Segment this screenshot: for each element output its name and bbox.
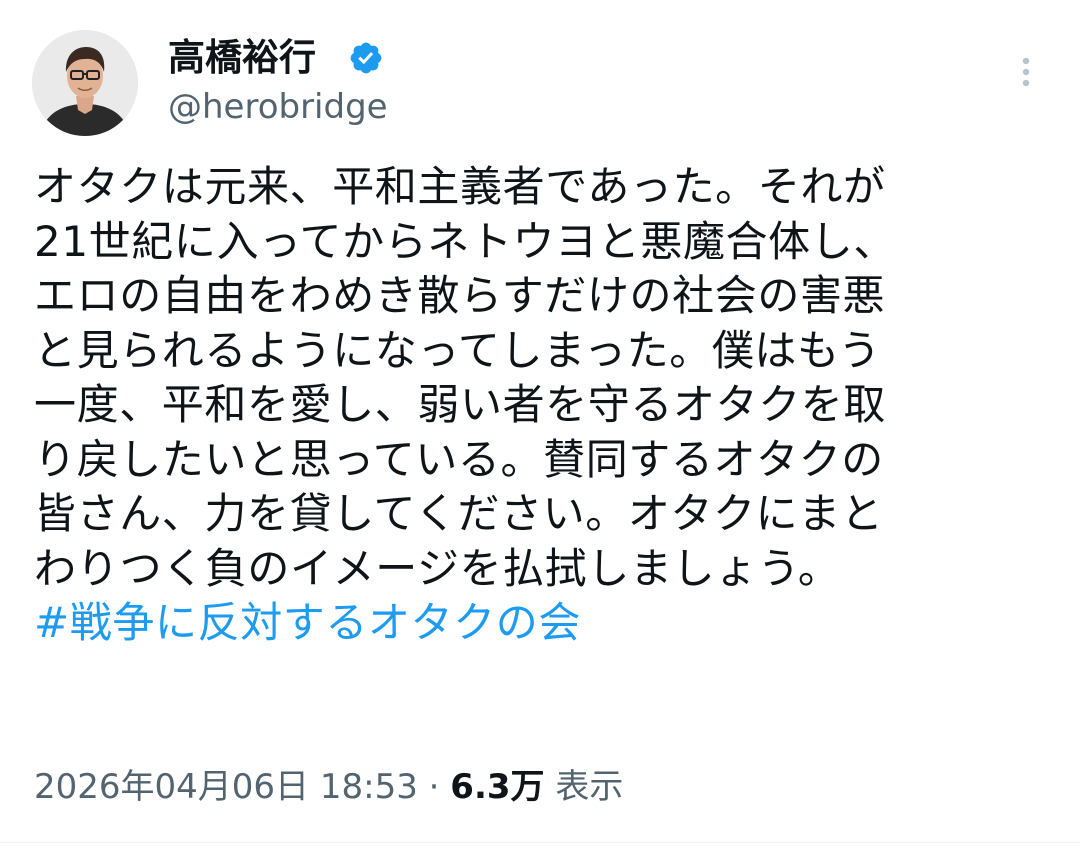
handle[interactable]: @herobridge [168, 86, 388, 128]
timestamp-link[interactable]: 2026年04月06日 18:53 [34, 767, 418, 807]
verified-badge-icon [350, 42, 382, 74]
tweet-text-line: 21世紀に入ってからネトウヨと悪魔合体し、 [34, 216, 896, 266]
tweet-text-line: 一度、平和を愛し、弱い者を守るオタクを取 [34, 380, 887, 429]
divider [0, 842, 1080, 843]
hashtag-link[interactable]: #戦争に反対するオタクの会 [34, 596, 1044, 651]
views-label: 表示 [544, 767, 624, 807]
tweet-text-line: 皆さん、力を貸してください。オタクにまと [34, 489, 884, 538]
tweet-text-line: オタクは元来、平和主義者であった。それが [34, 162, 886, 211]
more-vertical-icon[interactable] [1006, 52, 1046, 92]
avatar-image [32, 30, 138, 136]
tweet-text-line: と見られるようになってしまった。僕はもう [34, 325, 881, 375]
avatar[interactable] [32, 30, 138, 136]
tweet-text: オタクは元来、平和主義者であった。それが 21世紀に入ってからネトウヨと悪魔合体… [34, 160, 1044, 651]
tweet-text-line: り戻したいと思っている。賛同するオタクの [34, 434, 884, 484]
display-name[interactable]: 高橋裕行 [168, 36, 316, 80]
tweet-text-line: わりつく負のイメージを払拭しましょう。 [34, 543, 841, 593]
meta-separator: · [417, 767, 451, 807]
tweet-meta: 2026年04月06日 18:53 · 6.3万 表示 [34, 764, 623, 810]
tweet: 高橋裕行 @herobridge オタクは元来、平和主義者であった。それが 21… [0, 0, 1080, 861]
tweet-text-line: エロの自由をわめき散らすだけの社会の害悪 [34, 271, 886, 320]
views-count: 6.3万 [450, 767, 545, 807]
